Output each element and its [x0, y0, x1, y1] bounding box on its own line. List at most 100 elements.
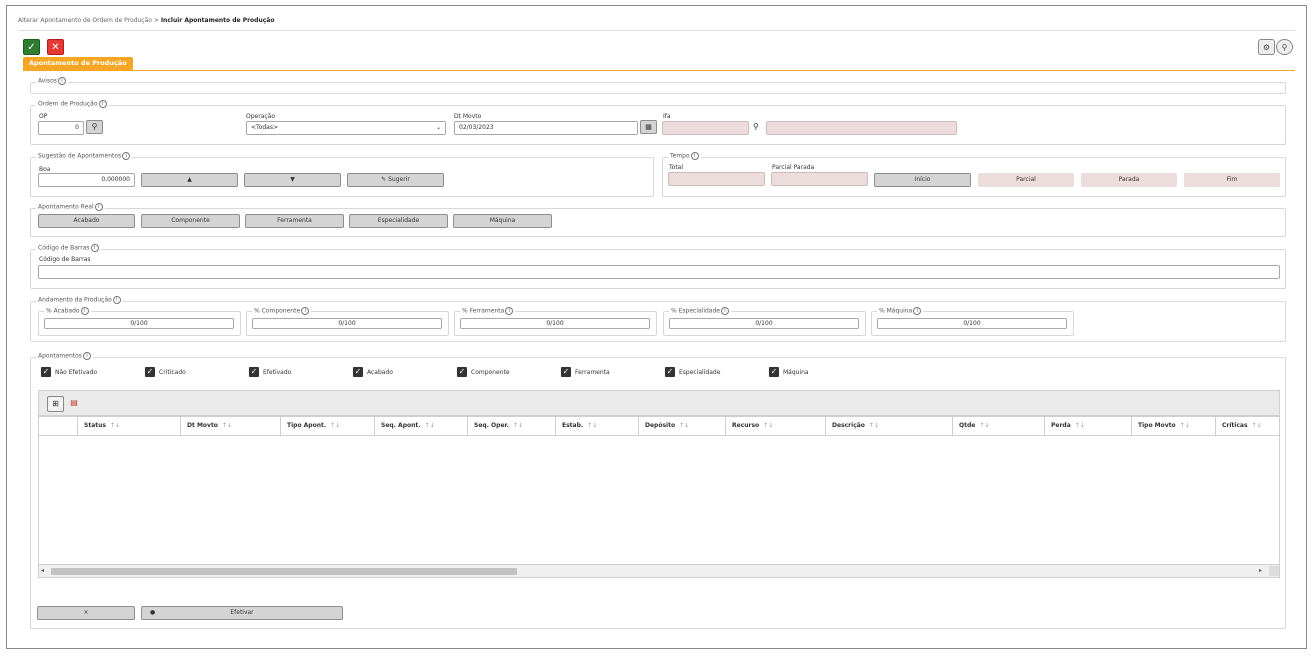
- ordem-producao-section: [30, 105, 1286, 145]
- info-icon[interactable]: i: [122, 152, 131, 160]
- efetivar-button[interactable]: ● Efetivar: [141, 606, 343, 620]
- filter-efetivado[interactable]: ✓ Efetivado: [249, 367, 291, 377]
- close-icon: ✕: [51, 41, 60, 53]
- sugestao-legend: Sugestão de Apontamentos i: [36, 152, 133, 160]
- checkbox-checked-icon[interactable]: ✓: [665, 367, 675, 377]
- resize-grip-icon[interactable]: [1269, 566, 1279, 576]
- info-icon[interactable]: i: [301, 307, 310, 315]
- sort-icon: ↑↓: [587, 422, 598, 429]
- column-perda[interactable]: Perda ↑↓: [1044, 417, 1131, 435]
- column-tipo-apont[interactable]: Tipo Apont. ↑↓: [280, 417, 374, 435]
- checkbox-checked-icon[interactable]: ✓: [457, 367, 467, 377]
- inicio-button[interactable]: Início: [874, 173, 971, 187]
- scrollbar-thumb[interactable]: [51, 568, 517, 575]
- horizontal-scrollbar[interactable]: ◂ ▸: [38, 564, 1280, 578]
- filter-acabado[interactable]: ✓ Acabado: [353, 367, 393, 377]
- op-search-button[interactable]: ⚲: [86, 120, 103, 134]
- andamento-legend: Andamento da Produção i: [36, 296, 123, 304]
- column-deposito[interactable]: Depósito ↑↓: [638, 417, 725, 435]
- search-icon: ⚲: [91, 122, 98, 131]
- sort-icon: ↑↓: [221, 422, 232, 429]
- parcial-parada-label: Parcial Parada: [772, 164, 815, 171]
- checkbox-checked-icon[interactable]: ✓: [249, 367, 259, 377]
- filter-ferramenta[interactable]: ✓ Ferramenta: [561, 367, 610, 377]
- checkbox-checked-icon[interactable]: ✓: [353, 367, 363, 377]
- info-icon[interactable]: i: [98, 100, 107, 108]
- confirm-button[interactable]: ✓: [23, 39, 40, 55]
- info-icon[interactable]: i: [690, 152, 699, 160]
- search-icon[interactable]: ⚲: [753, 122, 759, 131]
- operacao-select[interactable]: <Todas> ⌄: [246, 121, 446, 135]
- acabado-button[interactable]: Acabado: [38, 214, 135, 228]
- ferramenta-button[interactable]: Ferramenta: [245, 214, 344, 228]
- info-icon[interactable]: i: [82, 352, 91, 360]
- parada-button[interactable]: Parada: [1081, 173, 1177, 187]
- scroll-left-icon[interactable]: ◂: [41, 567, 44, 574]
- fim-button[interactable]: Fim: [1184, 173, 1280, 187]
- checkbox-checked-icon[interactable]: ✓: [561, 367, 571, 377]
- column-dt-movto[interactable]: Dt Movto ↑↓: [180, 417, 280, 435]
- avisos-section: [30, 82, 1286, 94]
- dt-movto-field[interactable]: 02/03/2023: [454, 121, 638, 135]
- progress-ferramenta-bar: 0/100: [460, 318, 650, 329]
- ifa-label: Ifa: [663, 113, 671, 120]
- progress-especialidade-bar: 0/100: [669, 318, 859, 329]
- scroll-right-icon[interactable]: ▸: [1259, 567, 1262, 574]
- boa-label: Boa: [39, 166, 51, 173]
- columns-icon[interactable]: ⊞: [47, 396, 64, 412]
- maquina-button[interactable]: Máquina: [453, 214, 552, 228]
- filter-nao-efetivado[interactable]: ✓ Não Efetivado: [41, 367, 97, 377]
- tab-apontamento-producao[interactable]: Apontamento de Produção: [23, 57, 133, 70]
- filter-maquina[interactable]: ✓ Máquina: [769, 367, 809, 377]
- checkbox-checked-icon[interactable]: ✓: [41, 367, 51, 377]
- info-icon[interactable]: i: [913, 307, 922, 315]
- settings-button[interactable]: ⚙: [1258, 39, 1275, 55]
- codigo-barras-legend: Código de Barras i: [36, 244, 101, 252]
- column-descricao[interactable]: Descrição ↑↓: [825, 417, 952, 435]
- componente-button[interactable]: Componente: [141, 214, 240, 228]
- parcial-button[interactable]: Parcial: [978, 173, 1074, 187]
- circle-icon: ●: [150, 609, 156, 616]
- dt-movto-label: Dt Movto: [454, 113, 482, 120]
- cancel-button[interactable]: ✕: [47, 39, 64, 55]
- column-estab[interactable]: Estab. ↑↓: [555, 417, 638, 435]
- column-qtde[interactable]: Qtde ↑↓: [952, 417, 1044, 435]
- column-tipo-movto[interactable]: Tipo Movto ↑↓: [1131, 417, 1215, 435]
- op-field[interactable]: 0: [38, 121, 84, 135]
- column-recurso[interactable]: Recurso ↑↓: [725, 417, 825, 435]
- gear-icon: ⚙: [1262, 42, 1271, 52]
- grid-header: Status ↑↓ Dt Movto ↑↓ Tipo Apont. ↑↓ Seq. A…: [38, 416, 1280, 436]
- filter-criticado[interactable]: ✓ Criticado: [145, 367, 186, 377]
- checkbox-checked-icon[interactable]: ✓: [769, 367, 779, 377]
- column-criticas[interactable]: Críticas ↑↓: [1215, 417, 1279, 435]
- sugerir-button[interactable]: ✎ Sugerir: [347, 173, 444, 187]
- ifa-description-field: [766, 121, 957, 135]
- decrease-button[interactable]: ▼: [244, 173, 341, 187]
- ifa-code-field: [662, 121, 749, 135]
- calendar-icon: ▦: [645, 123, 652, 131]
- remove-button[interactable]: ×: [37, 606, 135, 620]
- column-seq-apont[interactable]: Seq. Apont. ↑↓: [374, 417, 467, 435]
- filter-especialidade[interactable]: ✓ Especialidade: [665, 367, 720, 377]
- breadcrumb: Alterar Apontamento de Ordem de Produção…: [18, 17, 274, 24]
- info-icon[interactable]: i: [721, 307, 729, 315]
- info-icon[interactable]: i: [112, 296, 121, 304]
- column-seq-oper[interactable]: Seq. Oper. ↑↓: [467, 417, 555, 435]
- info-icon[interactable]: i: [57, 77, 66, 85]
- info-icon[interactable]: i: [505, 307, 514, 315]
- search-button[interactable]: ⚲: [1276, 39, 1293, 55]
- especialidade-button[interactable]: Especialidade: [349, 214, 448, 228]
- column-status[interactable]: Status ↑↓: [77, 417, 180, 435]
- progress-maquina-bar: 0/100: [877, 318, 1067, 329]
- calendar-button[interactable]: ▦: [640, 120, 657, 134]
- filter-componente[interactable]: ✓ Componente: [457, 367, 510, 377]
- increase-button[interactable]: ▲: [141, 173, 238, 187]
- export-pdf-icon[interactable]: ▤: [67, 396, 81, 410]
- info-icon[interactable]: i: [80, 307, 89, 315]
- checkbox-checked-icon[interactable]: ✓: [145, 367, 155, 377]
- breadcrumb-parent[interactable]: Alterar Apontamento de Ordem de Produção: [18, 17, 152, 24]
- codigo-barras-field[interactable]: [38, 265, 1280, 279]
- boa-field[interactable]: 0,000000: [38, 173, 135, 187]
- info-icon[interactable]: i: [90, 244, 99, 252]
- info-icon[interactable]: i: [94, 203, 103, 211]
